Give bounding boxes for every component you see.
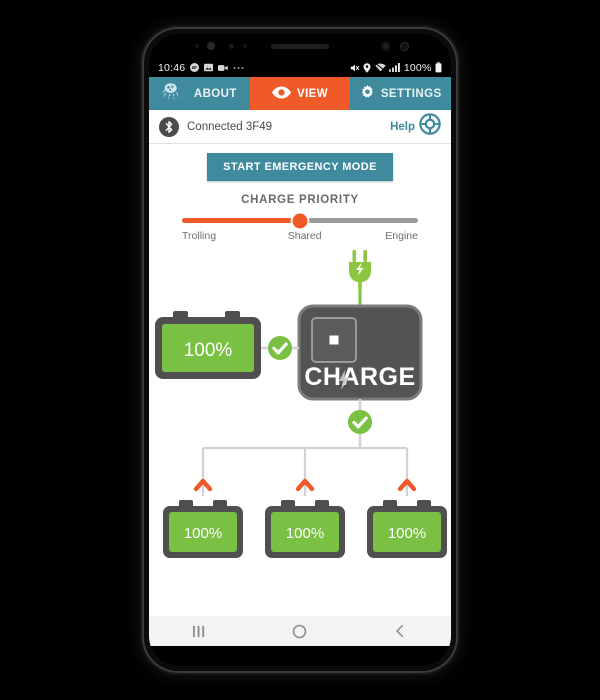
proximity-sensor <box>400 42 409 51</box>
front-camera <box>381 41 391 51</box>
gear-icon <box>360 84 375 103</box>
house-battery-1: 100% <box>163 500 243 558</box>
start-battery-check-icon <box>268 336 292 360</box>
message-icon <box>190 63 200 72</box>
battery-icon <box>435 62 442 73</box>
image-icon <box>204 63 214 72</box>
recents-icon[interactable] <box>175 616 223 646</box>
house-battery-2-level: 100% <box>286 525 324 542</box>
octopus-logo-icon <box>162 81 188 106</box>
eye-icon <box>272 85 291 102</box>
house-battery-3-level: 100% <box>388 525 426 542</box>
house-battery-3: 100% <box>367 500 447 558</box>
start-battery-level: 100% <box>184 340 233 361</box>
signal-icon <box>389 63 401 72</box>
sensor-dot <box>207 42 215 50</box>
tab-view-label: VIEW <box>297 87 328 100</box>
status-bar-clock: 10:46 <box>158 61 186 74</box>
charging-system-diagram: CHARGE 100% 100% 100% 100% <box>149 248 451 568</box>
charge-device-label: CHARGE <box>304 363 415 391</box>
phone-device-frame: 10:46 100% ABOUT VIEW SETTINGS Connected… <box>144 29 456 671</box>
main-tab-bar[interactable]: ABOUT VIEW SETTINGS <box>149 77 451 110</box>
status-led-icon <box>329 335 339 345</box>
slider-label-trolling: Trolling <box>182 230 217 242</box>
battery-percent-label: 100% <box>403 61 432 74</box>
tab-about-label: ABOUT <box>193 87 237 100</box>
connection-status-bar: Connected 3F49 Help <box>149 110 451 144</box>
start-battery: 100% <box>155 311 261 379</box>
view-screen-body: START EMERGENCY MODE CHARGE PRIORITY Tro… <box>149 144 451 616</box>
slider-track[interactable] <box>182 213 418 228</box>
charge-priority-title: CHARGE PRIORITY <box>241 194 359 206</box>
location-icon <box>363 62 371 73</box>
more-dots-icon <box>233 66 244 70</box>
android-status-bar: 10:46 100% <box>149 58 451 77</box>
tab-view[interactable]: VIEW <box>249 77 351 110</box>
help-button[interactable]: Help <box>390 113 441 140</box>
slider-label-engine: Engine <box>385 230 418 242</box>
bluetooth-icon <box>159 116 179 137</box>
tab-about[interactable]: ABOUT <box>149 77 250 110</box>
charge-device: CHARGE <box>297 304 423 401</box>
tab-settings[interactable]: SETTINGS <box>350 77 451 110</box>
phone-top-bezel <box>149 34 451 58</box>
sensor-dot <box>243 44 247 48</box>
start-emergency-mode-button[interactable]: START EMERGENCY MODE <box>207 153 393 181</box>
help-label: Help <box>390 120 415 133</box>
sensor-dot <box>229 44 234 49</box>
tab-settings-label: SETTINGS <box>380 87 442 100</box>
slider-thumb[interactable] <box>292 213 308 228</box>
phone-screen: 10:46 100% ABOUT VIEW SETTINGS Connected… <box>149 34 451 666</box>
home-icon[interactable] <box>276 616 324 646</box>
sensor-dot <box>195 44 199 48</box>
power-plug-icon <box>349 250 371 293</box>
connection-status-label: Connected 3F49 <box>187 120 273 133</box>
slider-label-shared: Shared <box>287 230 322 242</box>
house-battery-1-level: 100% <box>184 525 222 542</box>
slider-fill <box>182 218 300 223</box>
screenshot-stage: 10:46 100% ABOUT VIEW SETTINGS Connected… <box>0 0 600 700</box>
house-battery-2: 100% <box>265 500 345 558</box>
charge-priority-slider[interactable]: Trolling Shared Engine <box>149 206 451 242</box>
android-nav-bar[interactable] <box>149 616 451 646</box>
bus-check-icon <box>348 410 372 434</box>
video-icon <box>218 64 228 72</box>
back-icon[interactable] <box>377 616 425 646</box>
mute-icon <box>350 63 360 73</box>
earpiece-speaker <box>271 44 329 49</box>
wifi-icon <box>375 63 386 72</box>
life-ring-icon <box>419 113 441 140</box>
